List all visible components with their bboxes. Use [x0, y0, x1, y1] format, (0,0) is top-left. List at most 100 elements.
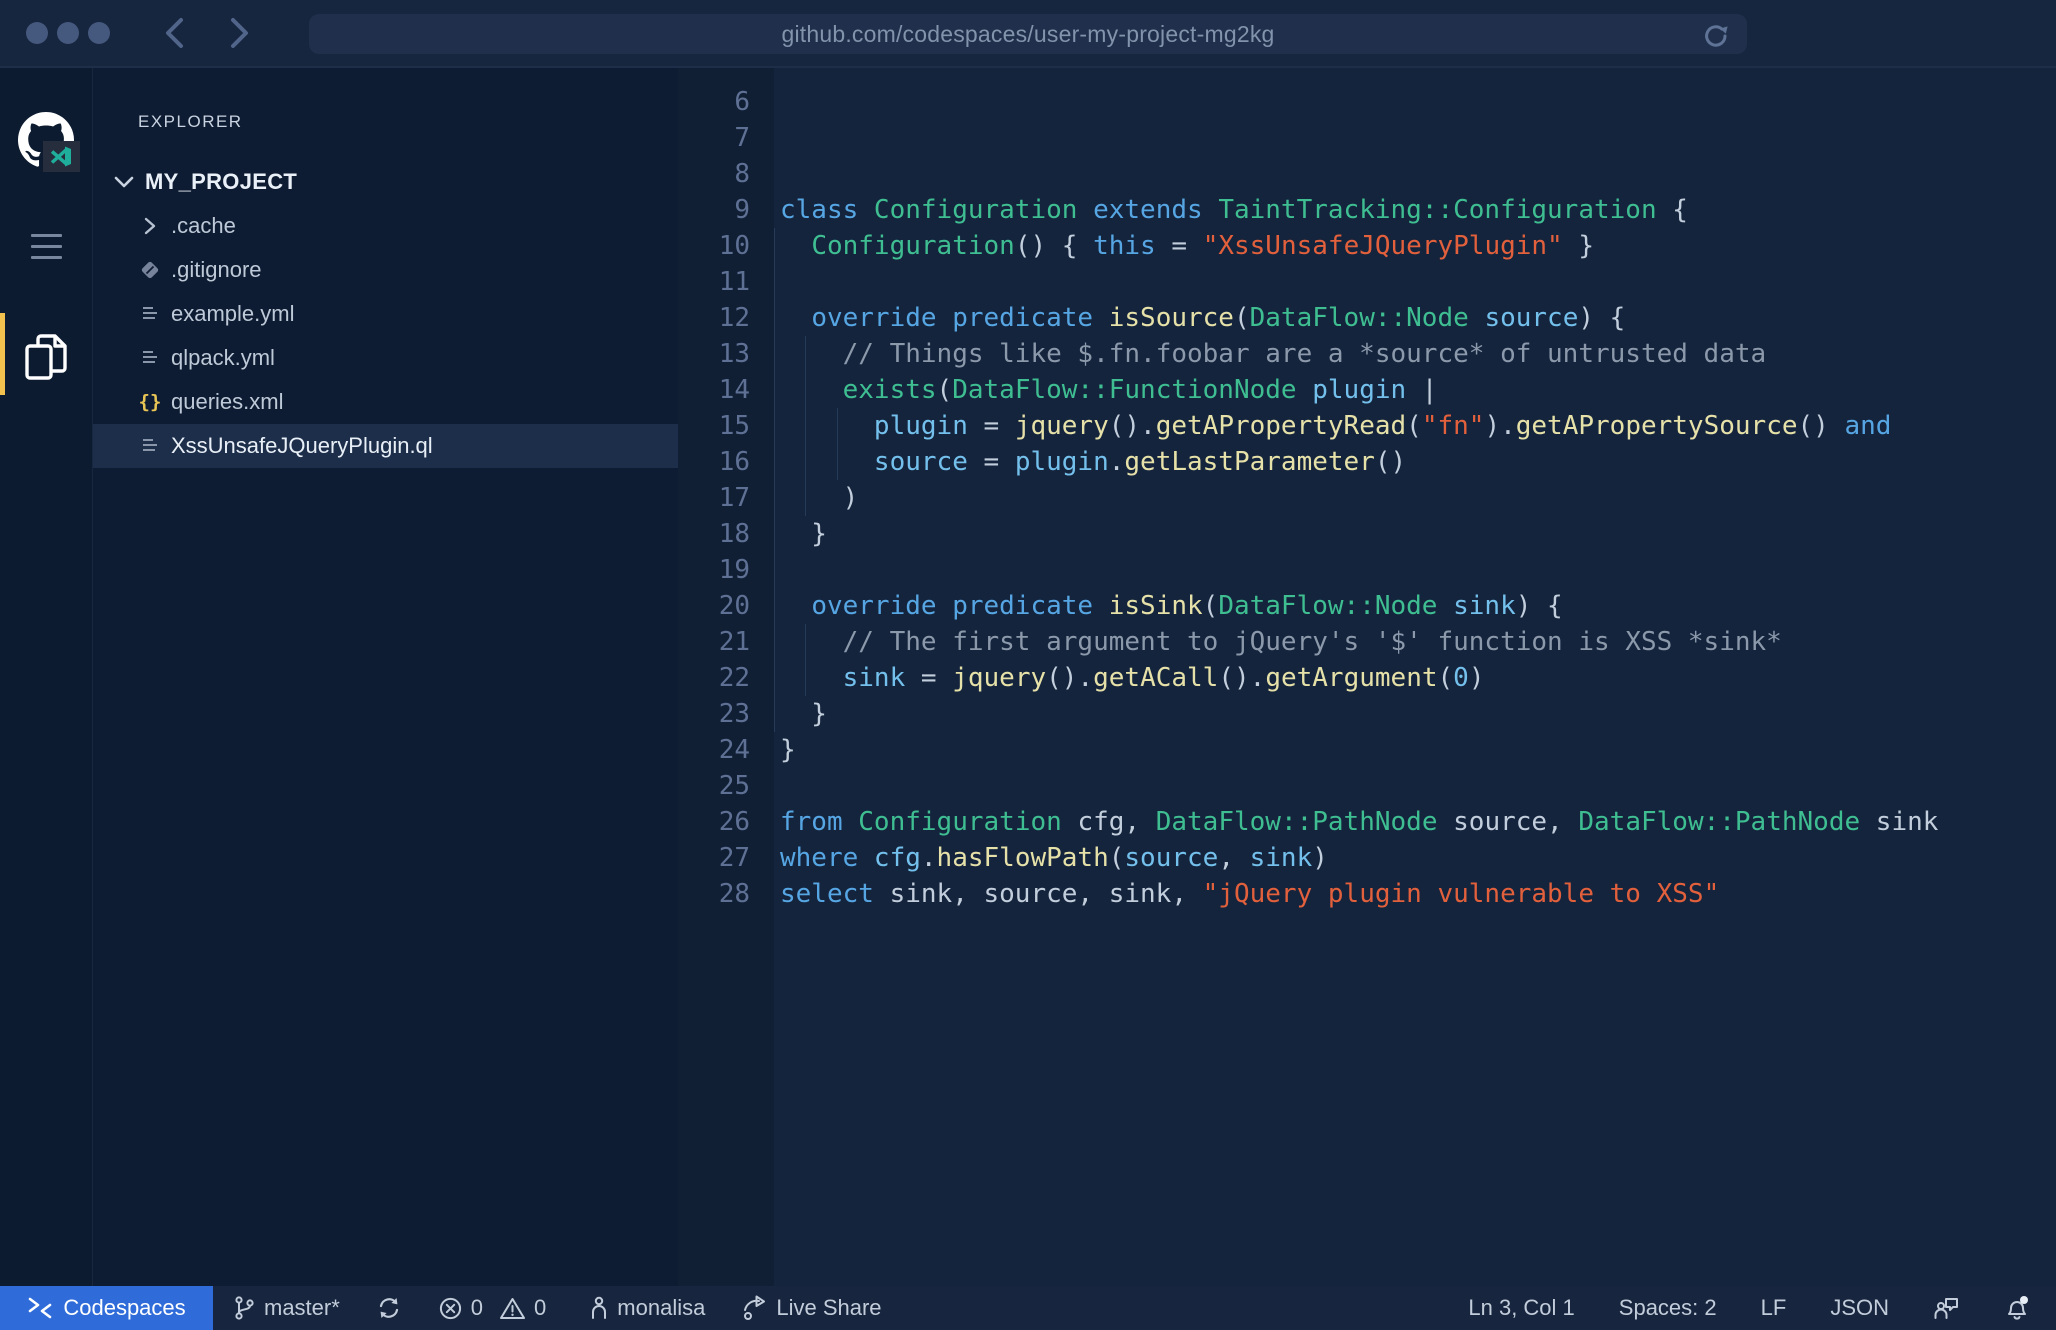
code-line-12: 12 override predicate isSource(DataFlow:…: [678, 300, 2056, 336]
language-mode[interactable]: JSON: [1830, 1295, 1889, 1321]
line-number: 12: [678, 300, 750, 336]
code-line-27: 27where cfg.hasFlowPath(source, sink): [678, 840, 2056, 876]
code-line-26: 26from Configuration cfg, DataFlow::Path…: [678, 804, 2056, 840]
code-lines: 6789class Configuration extends TaintTra…: [678, 84, 2056, 912]
file-lines-icon: [137, 304, 163, 324]
file-name: .cache: [171, 213, 236, 239]
file-name: XssUnsafeJQueryPlugin.ql: [171, 433, 433, 459]
window-minimize-button[interactable]: [57, 22, 79, 44]
code-line-9: 9class Configuration extends TaintTracki…: [678, 192, 2056, 228]
line-number: 22: [678, 660, 750, 696]
braces-icon: {}: [137, 391, 163, 413]
line-number: 19: [678, 552, 750, 588]
sync-button[interactable]: [376, 1295, 402, 1321]
codespaces-label: Codespaces: [63, 1295, 185, 1321]
reload-icon[interactable]: [1701, 21, 1731, 51]
line-number: 26: [678, 804, 750, 840]
window-close-button[interactable]: [26, 22, 48, 44]
back-icon[interactable]: [162, 16, 188, 50]
window-controls: [0, 22, 110, 44]
active-indicator: [0, 313, 5, 395]
code-line-20: 20 override predicate isSink(DataFlow::N…: [678, 588, 2056, 624]
activity-bar: [0, 68, 93, 1286]
address-bar[interactable]: github.com/codespaces/user-my-project-mg…: [309, 14, 1747, 54]
line-number: 13: [678, 336, 750, 372]
line-number: 14: [678, 372, 750, 408]
line-number: 8: [678, 156, 750, 192]
error-count: 0: [471, 1295, 483, 1321]
line-number: 10: [678, 228, 750, 264]
user-label: monalisa: [617, 1295, 705, 1321]
codespaces-window: github.com/codespaces/user-my-project-mg…: [0, 0, 2056, 1330]
code-line-25: 25: [678, 768, 2056, 804]
code-line-7: 7: [678, 120, 2056, 156]
live-share-button[interactable]: Live Share: [741, 1295, 881, 1322]
warning-count: 0: [534, 1295, 546, 1321]
line-number: 6: [678, 84, 750, 120]
sidebar-item-explorer[interactable]: [0, 309, 93, 405]
feedback-icon[interactable]: [1933, 1295, 1960, 1321]
git-icon: [137, 259, 163, 281]
files-icon: [24, 332, 68, 382]
eol-setting[interactable]: LF: [1761, 1295, 1787, 1321]
code-line-8: 8: [678, 156, 2056, 192]
line-number: 21: [678, 624, 750, 660]
code-line-11: 11: [678, 264, 2056, 300]
code-line-10: 10 Configuration() { this = "XssUnsafeJQ…: [678, 228, 2056, 264]
line-number: 16: [678, 444, 750, 480]
branch-indicator[interactable]: master*: [233, 1295, 340, 1321]
status-bar: Codespaces master*: [0, 1286, 2056, 1330]
codespaces-remote-button[interactable]: Codespaces: [0, 1286, 213, 1330]
line-number: 18: [678, 516, 750, 552]
explorer-header: EXPLORER: [138, 112, 678, 132]
forward-icon[interactable]: [226, 16, 252, 50]
project-root-folder[interactable]: MY_PROJECT: [93, 160, 678, 204]
menu-icon[interactable]: [31, 234, 62, 259]
line-number: 17: [678, 480, 750, 516]
code-line-23: 23 }: [678, 696, 2056, 732]
url-text: github.com/codespaces/user-my-project-mg…: [781, 21, 1274, 48]
project-name: MY_PROJECT: [145, 169, 297, 195]
line-number: 9: [678, 192, 750, 228]
tree-item-queries.xml[interactable]: {} queries.xml: [93, 380, 678, 424]
tree-item-qlpack.yml[interactable]: qlpack.yml: [93, 336, 678, 380]
file-tree: .cache .gitignore example.yml qlpack.yml {} q…: [93, 204, 678, 468]
code-line-15: 15 plugin = jquery().getAPropertyRead("f…: [678, 408, 2056, 444]
line-number: 27: [678, 840, 750, 876]
file-name: queries.xml: [171, 389, 283, 415]
code-line-22: 22 sink = jquery().getACall().getArgumen…: [678, 660, 2056, 696]
code-editor[interactable]: 6789class Configuration extends TaintTra…: [678, 68, 2056, 1286]
code-line-6: 6: [678, 84, 2056, 120]
tree-item-.gitignore[interactable]: .gitignore: [93, 248, 678, 292]
user-indicator[interactable]: monalisa: [590, 1295, 705, 1321]
bell-icon[interactable]: [2004, 1295, 2030, 1322]
code-line-18: 18 }: [678, 516, 2056, 552]
indentation-setting[interactable]: Spaces: 2: [1619, 1295, 1717, 1321]
file-name: example.yml: [171, 301, 294, 327]
code-line-19: 19: [678, 552, 2056, 588]
line-number: 15: [678, 408, 750, 444]
browser-chrome: github.com/codespaces/user-my-project-mg…: [0, 0, 2056, 68]
line-number: 24: [678, 732, 750, 768]
line-number: 25: [678, 768, 750, 804]
line-number: 11: [678, 264, 750, 300]
explorer-sidebar: EXPLORER MY_PROJECT .cache .gitignore exam…: [93, 68, 678, 1286]
line-number: 20: [678, 588, 750, 624]
window-zoom-button[interactable]: [88, 22, 110, 44]
file-lines-icon: [137, 436, 163, 456]
tree-item-XssUnsafeJQueryPlugin.ql[interactable]: XssUnsafeJQueryPlugin.ql: [93, 424, 678, 468]
tree-item-.cache[interactable]: .cache: [93, 204, 678, 248]
github-vscode-logo: [18, 112, 74, 168]
cursor-position[interactable]: Ln 3, Col 1: [1468, 1295, 1574, 1321]
code-line-14: 14 exists(DataFlow::FunctionNode plugin …: [678, 372, 2056, 408]
chevron-down-icon: [113, 175, 135, 189]
problems-indicator[interactable]: 0 0: [438, 1295, 547, 1321]
code-line-16: 16 source = plugin.getLastParameter(): [678, 444, 2056, 480]
branch-label: master*: [264, 1295, 340, 1321]
remote-icon: [27, 1297, 53, 1319]
code-line-28: 28select sink, source, sink, "jQuery plu…: [678, 876, 2056, 912]
line-number: 7: [678, 120, 750, 156]
tree-item-example.yml[interactable]: example.yml: [93, 292, 678, 336]
code-line-21: 21 // The first argument to jQuery's '$'…: [678, 624, 2056, 660]
line-number: 23: [678, 696, 750, 732]
